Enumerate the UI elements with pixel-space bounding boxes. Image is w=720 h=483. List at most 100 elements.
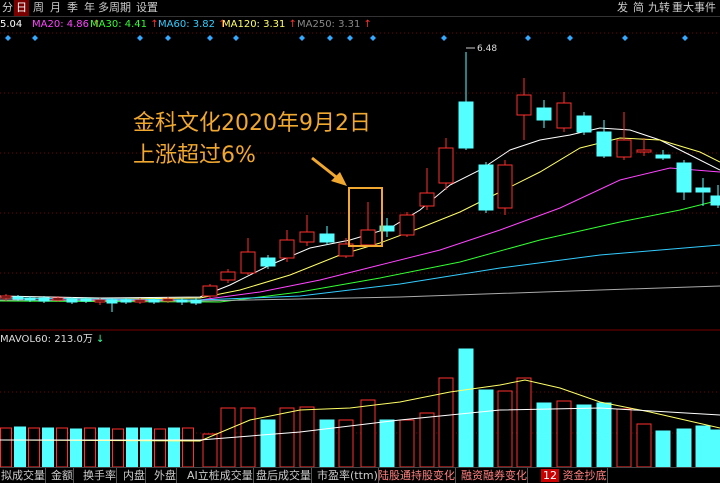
event-marker-icon <box>567 35 573 41</box>
candle-body <box>597 132 611 156</box>
candle-body <box>163 299 173 301</box>
volume-bar <box>57 428 68 467</box>
volume-bar <box>380 420 394 467</box>
candle-body <box>25 298 35 300</box>
candle-body <box>557 103 571 128</box>
right-tool-0[interactable]: 发 <box>617 0 628 16</box>
volume-bar <box>15 427 26 467</box>
indicator-tab-label: 内盘 <box>123 469 145 482</box>
candle-body <box>221 272 235 280</box>
candle-body <box>711 196 720 205</box>
event-marker-icon <box>441 35 447 41</box>
period-tab-0[interactable]: 分 <box>0 0 15 16</box>
indicator-tab-9[interactable]: 融资融券变化 <box>460 468 528 483</box>
volume-bar <box>479 390 493 467</box>
ma-legend-label: MA60: 3.82 <box>158 19 215 30</box>
volume-bar <box>439 378 453 467</box>
event-marker-icon <box>347 35 353 41</box>
candle-body <box>95 300 105 302</box>
indicator-tab-8[interactable]: 陆股通持股变化 <box>377 468 456 483</box>
candle-body <box>400 215 414 235</box>
ma-up-arrow-icon: ↑ <box>360 19 372 30</box>
indicator-tab-6[interactable]: 盘后成交量 <box>255 468 312 483</box>
indicator-tab-label: 金额 <box>51 469 73 482</box>
ma-legend-label: MA250: 3.31 <box>297 19 360 30</box>
volume-bar <box>320 420 334 467</box>
indicator-tab-label: 拟成交量 <box>1 469 45 482</box>
volume-bar <box>99 428 110 467</box>
candle-body <box>135 300 145 302</box>
indicator-tab-7[interactable]: 市盈率(ttm) <box>316 468 379 483</box>
kline-chart[interactable]: 6.48 <box>0 0 720 482</box>
volume-bar <box>637 424 651 467</box>
annotation-line-1: 金科文化2020年9月2日 <box>133 108 371 140</box>
indicator-tab-0[interactable]: 拟成交量 <box>0 468 46 483</box>
period-tab-1[interactable]: 日 <box>14 0 29 16</box>
volume-bar <box>43 428 54 467</box>
indicator-tab-label: 资金抄底 <box>559 469 607 482</box>
period-tab-5[interactable]: 年 <box>82 0 97 16</box>
candle-body <box>121 300 131 302</box>
candle-body <box>177 300 187 302</box>
indicator-tab-10[interactable]: 12 资金抄底 <box>540 468 608 483</box>
candle-body <box>280 240 294 258</box>
volume-bar <box>498 391 512 467</box>
candle-body <box>677 163 691 192</box>
volume-bar <box>155 429 166 467</box>
event-marker-icon <box>32 35 38 41</box>
period-tab-6[interactable]: 多周期 <box>96 0 133 16</box>
candle-body <box>39 298 49 301</box>
event-marker-icon <box>137 35 143 41</box>
candle-body <box>577 116 591 132</box>
period-tab-2[interactable]: 周 <box>31 0 46 16</box>
volume-bar <box>261 420 275 467</box>
event-marker-icon <box>622 35 628 41</box>
ma-legend-item-3: MA60: 3.82 ↑ <box>158 17 227 33</box>
volume-bar <box>113 429 124 467</box>
volume-bar <box>1 428 12 467</box>
ma-up-arrow-icon: ↑ <box>285 19 297 30</box>
indicator-tab-label: 市盈率(ttm) <box>317 469 378 482</box>
candle-body <box>300 232 314 242</box>
ma-legend-label: MA20: 4.86 <box>32 19 89 30</box>
right-tool-3[interactable]: 重大事件 <box>672 0 716 16</box>
candle-body <box>696 188 710 192</box>
candle-body <box>149 300 159 302</box>
volume-bar <box>29 428 40 467</box>
ma-legend-label: MA120: 3.31 <box>222 19 285 30</box>
volume-bar <box>617 409 631 467</box>
volume-bar <box>557 401 571 467</box>
volume-bar <box>420 413 434 467</box>
indicator-tab-4[interactable]: 外盘 <box>153 468 177 483</box>
period-tab-3[interactable]: 月 <box>48 0 63 16</box>
volume-bar <box>71 429 82 467</box>
volume-bar <box>400 420 414 467</box>
period-tab-4[interactable]: 季 <box>65 0 80 16</box>
ma-legend: 5.04MA20: 4.86 ↑MA30: 4.41 ↑MA60: 3.82 ↑… <box>0 17 720 33</box>
indicator-tab-label: 陆股通持股变化 <box>378 469 455 482</box>
candle-body <box>420 193 434 206</box>
candle-body <box>439 148 453 183</box>
period-tab-7[interactable]: 设置 <box>134 0 160 16</box>
indicator-tab-3[interactable]: 内盘 <box>122 468 146 483</box>
volume-bar <box>677 429 691 467</box>
event-marker-icon <box>682 35 688 41</box>
candle-body <box>361 230 375 245</box>
indicator-tab-1[interactable]: 金额 <box>50 468 74 483</box>
event-markers <box>5 35 688 41</box>
ma-legend-item-4: MA120: 3.31 ↑ <box>222 17 297 33</box>
volume-bar <box>459 349 473 467</box>
event-marker-icon <box>165 35 171 41</box>
candle-body <box>617 140 631 157</box>
ma-up-arrow-icon: ↑ <box>147 19 159 30</box>
right-tool-2[interactable]: 九转 <box>648 0 670 16</box>
event-marker-icon <box>299 35 305 41</box>
ma-line-3 <box>0 200 720 302</box>
volume-legend-arrow: ↓ <box>96 334 104 345</box>
ma-legend-item-2: MA30: 4.41 ↑ <box>90 17 159 33</box>
indicator-tab-2[interactable]: 换手率 <box>82 468 117 483</box>
event-marker-icon <box>370 35 376 41</box>
volume-bar <box>711 430 720 467</box>
indicator-tab-5[interactable]: AI立桩成交量 <box>186 468 254 483</box>
right-tool-1[interactable]: 简 <box>633 0 644 16</box>
